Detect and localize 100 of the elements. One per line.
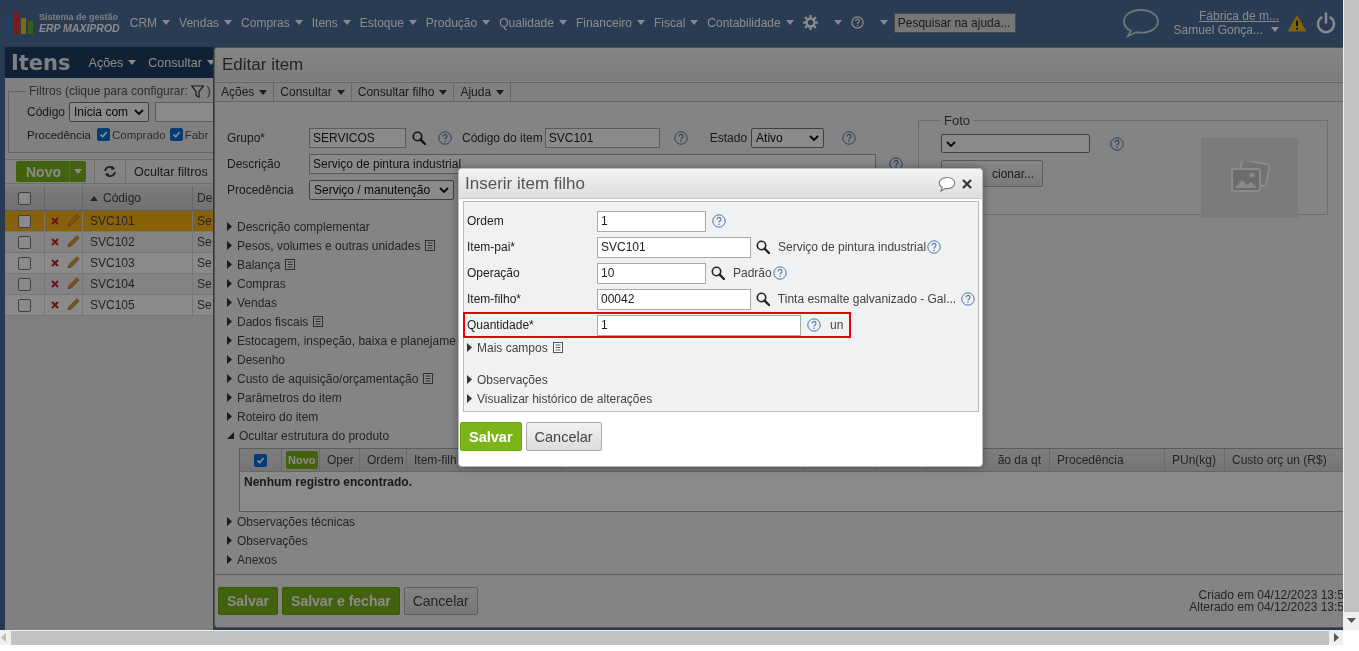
refresh-icon[interactable] <box>103 165 117 178</box>
triangle-icon[interactable] <box>467 375 472 384</box>
photo-dropdown[interactable] <box>941 134 1090 153</box>
triangle-icon[interactable] <box>227 517 232 526</box>
column-header[interactable]: Código <box>103 191 142 205</box>
triangle-icon[interactable] <box>227 555 232 564</box>
delete-icon[interactable] <box>51 301 59 309</box>
delete-icon[interactable] <box>51 259 59 267</box>
status-dropdown[interactable]: Ativo <box>751 128 825 148</box>
search-icon[interactable] <box>711 266 725 280</box>
pencil-icon[interactable] <box>66 256 80 270</box>
document-icon[interactable] <box>313 316 324 327</box>
company-link[interactable]: Fábrica de m... <box>1198 8 1279 23</box>
chat-bubble-icon[interactable] <box>1121 7 1160 38</box>
section-toggle[interactable]: Desenho <box>237 352 286 367</box>
triangle-icon[interactable] <box>227 355 232 364</box>
input-field[interactable]: 00042 <box>597 288 751 310</box>
caret-icon[interactable] <box>879 20 888 25</box>
nav-menu[interactable]: Compras <box>241 15 290 30</box>
text-field[interactable] <box>155 101 213 122</box>
menu-button[interactable]: Consultar filho <box>351 83 455 101</box>
input-field[interactable]: SVC101 <box>597 236 751 258</box>
nav-menu[interactable]: Itens <box>311 15 338 30</box>
caret-icon[interactable] <box>342 20 351 25</box>
checkbox[interactable] <box>169 128 183 141</box>
checkbox[interactable] <box>96 128 110 141</box>
column-header[interactable]: Custo orç un (R$) <box>1232 453 1327 467</box>
section-toggle[interactable]: Descrição complementar <box>237 219 370 234</box>
nav-menu[interactable]: Contabilidade <box>707 15 781 30</box>
checkbox[interactable] <box>18 191 31 205</box>
delete-icon[interactable] <box>51 280 59 288</box>
group-field[interactable]: SERVICOS <box>309 128 406 148</box>
caret-icon[interactable] <box>690 20 699 25</box>
table-row[interactable]: SVC103 Se <box>5 253 213 274</box>
pencil-icon[interactable] <box>66 298 80 312</box>
search-icon[interactable] <box>756 240 770 254</box>
scrollbar-thumb[interactable] <box>11 630 1329 645</box>
pencil-icon[interactable] <box>66 235 80 249</box>
nav-menu[interactable]: Qualidade <box>499 15 554 30</box>
document-icon[interactable] <box>552 342 563 353</box>
cancel-button[interactable]: Cancelar <box>525 422 602 451</box>
caret-icon[interactable] <box>558 20 567 25</box>
checkbox[interactable] <box>18 214 31 228</box>
code-field[interactable]: SVC101 <box>544 128 660 148</box>
triangle-icon[interactable] <box>227 298 232 307</box>
menu-button[interactable]: Ajuda <box>454 83 512 101</box>
section-toggle[interactable]: Pesos, volumes e outras unidades <box>237 238 421 253</box>
caret-icon[interactable] <box>206 60 213 65</box>
nav-menu[interactable]: Produção <box>425 15 478 30</box>
section-toggle[interactable]: Parâmetros do item <box>237 390 342 405</box>
section-toggle[interactable]: Observações técnicas <box>237 514 356 529</box>
caret-icon[interactable] <box>294 20 303 25</box>
checkbox-label[interactable]: Comprado <box>111 128 166 141</box>
delete-icon[interactable] <box>51 238 59 246</box>
nav-menu[interactable]: CRM <box>129 15 158 30</box>
checkbox[interactable] <box>254 453 267 467</box>
triangle-icon[interactable] <box>227 393 232 402</box>
section-toggle[interactable]: Anexos <box>237 552 278 567</box>
dropdown-button[interactable] <box>69 161 86 182</box>
section-toggle[interactable]: Estocagem, inspeção, baixa e planejame <box>237 333 456 348</box>
help-icon[interactable] <box>889 157 903 171</box>
input-field[interactable]: 1 <box>597 210 706 232</box>
triangle-icon[interactable] <box>227 374 232 383</box>
save-button[interactable]: Salvar <box>460 422 522 451</box>
menu-button[interactable]: Ações <box>215 83 275 101</box>
triangle-icon[interactable] <box>467 394 472 403</box>
close-icon[interactable] <box>962 178 972 189</box>
nav-menu[interactable]: Financeiro <box>575 15 632 30</box>
filter-icon[interactable] <box>190 84 204 98</box>
caret-icon[interactable] <box>482 20 491 25</box>
section-toggle[interactable]: Balança <box>237 257 281 272</box>
section-toggle[interactable]: Observações <box>237 533 308 548</box>
caret-icon[interactable] <box>785 20 794 25</box>
column-header[interactable]: PUn(kg) <box>1172 453 1216 467</box>
input-field[interactable]: 1 <box>597 314 801 336</box>
caret-icon[interactable] <box>408 20 417 25</box>
table-row[interactable]: SVC101 Se <box>5 211 213 232</box>
document-icon[interactable] <box>423 373 434 384</box>
checkbox[interactable] <box>18 235 31 249</box>
document-icon[interactable] <box>425 240 436 251</box>
column-header[interactable]: Ordem <box>367 453 404 467</box>
document-icon[interactable] <box>285 259 296 270</box>
section-toggle[interactable]: Ocultar estrutura do produto <box>239 428 390 443</box>
triangle-icon[interactable] <box>227 241 232 250</box>
triangle-icon[interactable] <box>227 260 232 269</box>
triangle-icon[interactable] <box>467 343 472 352</box>
input-field[interactable]: 10 <box>597 262 706 284</box>
checkbox[interactable] <box>18 298 31 312</box>
nav-menu[interactable]: Vendas <box>179 15 220 30</box>
caret-icon[interactable] <box>833 20 842 25</box>
pencil-icon[interactable] <box>66 277 80 291</box>
section-toggle[interactable]: Mais campos <box>477 340 548 355</box>
origin-dropdown[interactable]: Serviço / manutenção <box>309 180 454 200</box>
table-row[interactable]: SVC104 Se <box>5 274 213 295</box>
triangle-icon[interactable] <box>227 412 232 421</box>
settings-icon[interactable] <box>802 15 818 30</box>
user-name[interactable]: Samuel Gonça... <box>1173 22 1263 37</box>
table-row[interactable]: SVC102 Se <box>5 232 213 253</box>
caret-icon[interactable] <box>128 60 137 65</box>
section-toggle[interactable]: Visualizar histórico de alterações <box>477 391 653 406</box>
